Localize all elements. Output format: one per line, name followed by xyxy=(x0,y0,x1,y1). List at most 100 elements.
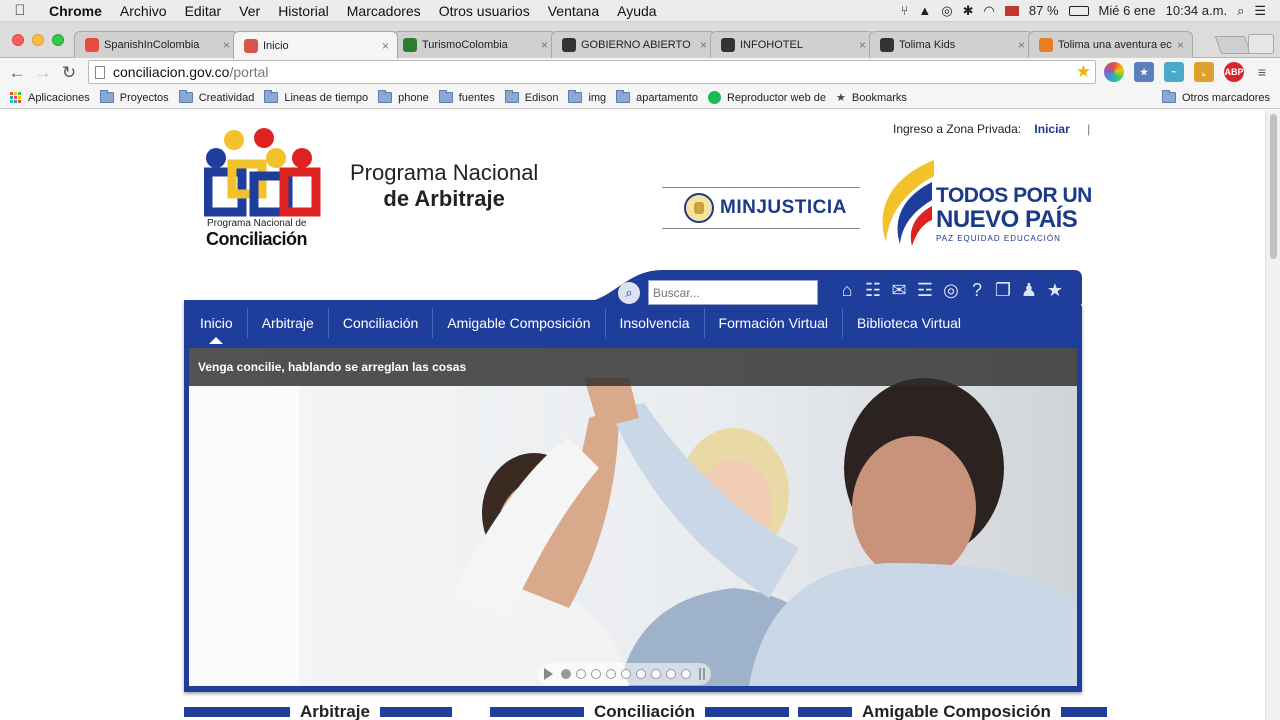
sitemap-icon[interactable]: ☲ xyxy=(914,279,936,301)
section-title[interactable]: Conciliación xyxy=(584,702,705,720)
browser-tab[interactable]: Tolima Kids × xyxy=(869,31,1034,58)
color-extension-icon[interactable] xyxy=(1104,62,1124,82)
bookmark-item[interactable]: ★ Bookmarks xyxy=(836,91,907,105)
tab-close-icon[interactable]: × xyxy=(382,39,389,53)
creative-cloud-icon[interactable]: ◎ xyxy=(941,3,952,19)
adblock-plus-icon[interactable]: ABP xyxy=(1224,62,1244,82)
menu-historial[interactable]: Historial xyxy=(269,3,338,19)
favorites-star-icon[interactable]: ★ xyxy=(1044,279,1066,301)
notification-center-icon[interactable]: ☰ xyxy=(1254,3,1266,19)
browser-tab[interactable]: Tolima una aventura ec × xyxy=(1028,31,1193,58)
menu-date[interactable]: Mié 6 ene xyxy=(1099,3,1156,18)
todos-por-un-nuevo-pais-logo[interactable]: TODOS POR UN NUEVO PAÍS PAZ EQUIDAD EDUC… xyxy=(874,156,1092,248)
nav-item[interactable]: Biblioteca Virtual xyxy=(843,308,975,338)
page-scrollbar[interactable] xyxy=(1265,110,1280,720)
hero-slider[interactable]: Venga concilie, hablando se arreglan las… xyxy=(189,348,1077,686)
forward-arrow-icon[interactable]: → xyxy=(30,63,56,83)
measure-extension-icon[interactable]: ⌞ xyxy=(1194,62,1214,82)
nav-item[interactable]: Insolvencia xyxy=(606,308,705,338)
slide-dot[interactable] xyxy=(651,669,661,679)
menu-marcadores[interactable]: Marcadores xyxy=(338,3,430,19)
tab-close-icon[interactable]: × xyxy=(700,38,707,52)
slide-dot[interactable] xyxy=(561,669,571,679)
menu-app-name[interactable]: Chrome xyxy=(40,3,111,19)
new-tab-button[interactable] xyxy=(1214,36,1252,54)
bookmark-star-icon[interactable]: ★ xyxy=(1076,62,1091,82)
bluetooth-icon[interactable]: ✱ xyxy=(963,3,974,19)
browser-tab[interactable]: GOBIERNO ABIERTO × xyxy=(551,31,716,58)
conciliacion-logo[interactable]: Programa Nacional de Conciliación xyxy=(203,128,324,249)
home-icon[interactable]: ⌂ xyxy=(836,279,858,301)
section-title[interactable]: Arbitraje xyxy=(290,702,380,720)
browser-tab[interactable]: Inicio × xyxy=(233,31,398,59)
slide-dot[interactable] xyxy=(636,669,646,679)
search-input[interactable] xyxy=(648,280,818,305)
flag-icon[interactable] xyxy=(1004,5,1019,16)
reload-icon[interactable]: ↻ xyxy=(56,63,82,83)
spotlight-search-icon[interactable]: ⌕ xyxy=(1237,3,1244,19)
slide-dot[interactable] xyxy=(576,669,586,679)
slide-dot[interactable] xyxy=(591,669,601,679)
menu-time[interactable]: 10:34 a.m. xyxy=(1166,3,1227,18)
profile-button[interactable] xyxy=(1248,34,1274,54)
zoom-window-button[interactable] xyxy=(52,34,64,46)
email-icon[interactable]: ✉ xyxy=(888,279,910,301)
section-title[interactable]: Amigable Composición xyxy=(852,702,1061,720)
search-icon[interactable]: ⌕ xyxy=(618,282,640,304)
tab-close-icon[interactable]: × xyxy=(859,38,866,52)
accessibility-icon[interactable]: ♟ xyxy=(1018,279,1040,301)
pause-icon[interactable] xyxy=(699,668,705,680)
apple-menu-icon[interactable]:  xyxy=(0,2,40,19)
address-bar[interactable]: conciliacion.gov.co /portal ★ xyxy=(88,60,1096,84)
bookmark-item[interactable]: Edison xyxy=(504,90,558,104)
bookmark-other[interactable]: Otros marcadores xyxy=(1161,90,1270,104)
wave-extension-icon[interactable]: ~ xyxy=(1164,62,1184,82)
nav-item[interactable]: Inicio xyxy=(186,308,248,338)
nav-item[interactable]: Amigable Composición xyxy=(433,308,606,338)
bookmark-item[interactable]: Proyectos xyxy=(99,90,169,104)
menu-archivo[interactable]: Archivo xyxy=(111,3,176,19)
bookmark-item[interactable]: Creatividad xyxy=(178,90,254,104)
bookmark-item[interactable]: Lineas de tiempo xyxy=(264,90,368,104)
chrome-menu-icon[interactable]: ≡ xyxy=(1252,62,1272,82)
nav-item[interactable]: Conciliación xyxy=(329,308,434,338)
browser-tab[interactable]: INFOHOTEL × xyxy=(710,31,875,58)
browser-tab[interactable]: SpanishInColombia × xyxy=(74,31,239,58)
antenna-icon[interactable]: ⑂ xyxy=(901,3,909,18)
menu-ventana[interactable]: Ventana xyxy=(539,3,608,19)
drive-icon[interactable]: ▲ xyxy=(918,3,931,18)
minjusticia-logo[interactable]: MINJUSTICIA xyxy=(662,187,860,229)
question-icon[interactable]: ? xyxy=(966,279,988,301)
play-icon[interactable] xyxy=(544,668,553,680)
slide-dot[interactable] xyxy=(621,669,631,679)
bookmark-item[interactable]: fuentes xyxy=(438,90,495,104)
bookmark-apps[interactable]: Aplicaciones xyxy=(10,91,90,104)
scrollbar-thumb[interactable] xyxy=(1270,114,1277,259)
tab-close-icon[interactable]: × xyxy=(1177,38,1184,52)
sitemap-list-icon[interactable]: ☷ xyxy=(862,279,884,301)
back-arrow-icon[interactable]: ← xyxy=(4,63,30,83)
tab-close-icon[interactable]: × xyxy=(1018,38,1025,52)
arbitraje-program-title[interactable]: Programa Nacional de Arbitraje xyxy=(350,160,538,212)
browser-tab[interactable]: TurismoColombia × xyxy=(392,31,557,58)
tab-close-icon[interactable]: × xyxy=(223,38,230,52)
slide-dot[interactable] xyxy=(606,669,616,679)
bookmark-manager-icon[interactable]: ★ xyxy=(1134,62,1154,82)
battery-percentage[interactable]: 87 % xyxy=(1029,3,1059,18)
nav-item[interactable]: Arbitraje xyxy=(248,308,329,338)
menu-ayuda[interactable]: Ayuda xyxy=(608,3,665,19)
bookmark-item[interactable]: Reproductor web de xyxy=(707,91,826,104)
wifi-icon[interactable]: ◠ xyxy=(984,3,995,19)
tab-close-icon[interactable]: × xyxy=(541,38,548,52)
slide-dot[interactable] xyxy=(666,669,676,679)
bookmark-item[interactable]: phone xyxy=(378,90,429,104)
bookmark-item[interactable]: apartamento xyxy=(616,90,698,104)
menu-ver[interactable]: Ver xyxy=(230,3,269,19)
help-lifebuoy-icon[interactable]: ◎ xyxy=(940,279,962,301)
document-search-icon[interactable]: ❐ xyxy=(992,279,1014,301)
close-window-button[interactable] xyxy=(12,34,24,46)
login-link[interactable]: Iniciar xyxy=(1034,122,1069,136)
slide-dot[interactable] xyxy=(681,669,691,679)
battery-icon[interactable] xyxy=(1068,5,1089,16)
minimize-window-button[interactable] xyxy=(32,34,44,46)
